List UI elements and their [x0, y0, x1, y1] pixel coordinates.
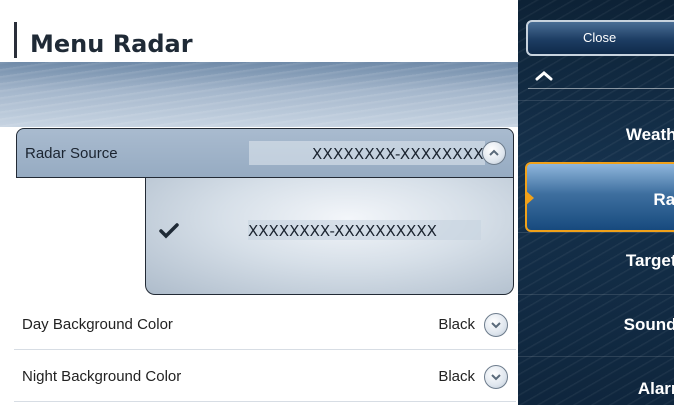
sidebar-item-label: Targets	[625, 251, 674, 270]
sidebar-item-label: Rada	[653, 190, 674, 209]
sidebar-item-weather[interactable]: Weathe	[518, 100, 674, 162]
sidebar-item-label: Weathe	[625, 125, 674, 144]
header-background-texture	[0, 62, 518, 127]
scroll-divider	[528, 88, 674, 89]
expand-button[interactable]	[484, 313, 508, 337]
title-bar: Menu Radar	[0, 0, 518, 62]
radar-source-dropdown: XXXXXXXX-XXXXXXXXXX	[145, 178, 514, 295]
scroll-up-icon[interactable]	[534, 68, 554, 86]
sidebar-item-radar[interactable]: Rada	[525, 162, 674, 232]
setting-value: Black	[438, 316, 475, 333]
collapse-button[interactable]	[482, 141, 506, 165]
expand-button[interactable]	[484, 365, 508, 389]
title-accent-bar	[14, 22, 17, 58]
setting-label: Day Background Color	[22, 316, 173, 333]
page-title: Menu Radar	[30, 30, 193, 58]
sidebar-item-label: Sounde	[623, 315, 674, 334]
active-indicator-arrow	[525, 190, 534, 206]
close-button-label: Close	[583, 30, 617, 45]
setting-label: Night Background Color	[22, 368, 182, 385]
radar-source-row[interactable]: Radar Source XXXXXXXX-XXXXXXXXXX	[16, 128, 514, 178]
dropdown-option[interactable]: XXXXXXXX-XXXXXXXXXX	[248, 222, 437, 240]
radar-source-label: Radar Source	[25, 145, 118, 162]
sidebar-item-targets[interactable]: Targets	[518, 232, 674, 294]
day-background-color-row[interactable]: Day Background Color Black	[14, 300, 516, 350]
setting-value: Black	[438, 368, 475, 385]
sidebar-item-sounder[interactable]: Sounde	[518, 294, 674, 356]
sidebar: Close Weathe Rada Targets Sounde Alarm	[518, 0, 674, 405]
sidebar-item-label: Alarm	[637, 379, 674, 398]
checkmark-icon	[158, 222, 180, 245]
close-button[interactable]: Close	[526, 20, 674, 56]
radar-source-value: XXXXXXXX-XXXXXXXXXX	[312, 145, 505, 163]
night-background-color-row[interactable]: Night Background Color Black	[14, 352, 516, 402]
sidebar-item-alarms[interactable]: Alarm	[518, 356, 674, 418]
